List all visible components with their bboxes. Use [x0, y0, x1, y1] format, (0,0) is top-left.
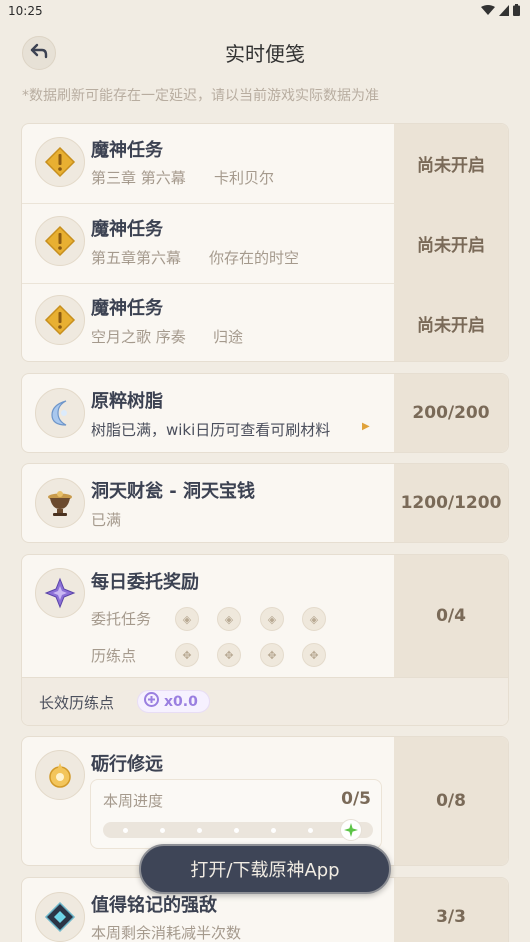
teapot-card: 1200/1200 洞天财瓮 - 洞天宝钱 已满: [21, 463, 509, 543]
resin-title: 原粹树脂: [91, 391, 163, 412]
teapot-title: 洞天财瓮 - 洞天宝钱: [91, 481, 256, 502]
resin-icon: [35, 388, 85, 438]
teapot-desc: 已满: [91, 511, 122, 529]
weekly-progress-box: 本周进度 0/5: [90, 779, 382, 849]
progress-dot: [271, 828, 276, 833]
commission-task-icon: ◈: [217, 607, 241, 631]
resin-value: 200/200: [394, 374, 508, 452]
quest-chapter: 空月之歌 序奏: [91, 328, 186, 346]
progress-dot: [123, 828, 128, 833]
wifi-icon: [481, 4, 495, 19]
boss-value: 3/3: [394, 878, 508, 942]
quest-row[interactable]: 魔神任务 第三章 第六幕 卡利贝尔: [22, 124, 396, 203]
page-title: 实时便笺: [225, 42, 305, 66]
commission-card: 0/4 每日委托奖励 委托任务 ◈ ◈ ◈ ◈ 历练点 ✥ ✥ ✥ ✥ 长效历练…: [21, 554, 509, 726]
boss-title: 值得铭记的强敌: [91, 895, 217, 916]
quest-chapter: 第五章第六幕: [91, 249, 182, 267]
progress-dot: [308, 828, 313, 833]
quest-title: 魔神任务: [91, 219, 163, 240]
quest-row[interactable]: 魔神任务 空月之歌 序奏 归途: [22, 284, 396, 361]
commission-title: 每日委托奖励: [91, 572, 199, 593]
training-point-icon: ✥: [175, 643, 199, 667]
weekly-progress-value: 0/5: [341, 789, 371, 809]
stride-title: 砺行修远: [91, 754, 163, 775]
quest-title: 魔神任务: [91, 298, 163, 319]
weekly-progress-label: 本周进度: [103, 792, 164, 810]
training-point-icon: ✥: [302, 643, 326, 667]
quest-name: 卡利贝尔: [214, 169, 275, 187]
archon-quest-icon: [35, 295, 85, 345]
quest-title: 魔神任务: [91, 140, 163, 161]
battery-icon: [513, 4, 520, 19]
signal-icon: [499, 4, 509, 19]
commission-task-icon: ◈: [260, 607, 284, 631]
quest-chapter: 第三章 第六幕: [91, 169, 186, 187]
archon-quest-icon: [35, 137, 85, 187]
long-term-points-panel: 长效历练点 x0.0: [22, 677, 508, 725]
status-icons: [481, 4, 520, 19]
stride-icon: [35, 750, 85, 800]
long-term-points-value: x0.0: [164, 693, 198, 710]
resin-desc: 树脂已满，wiki日历可查看可刷材料: [91, 421, 331, 439]
stride-value: 0/8: [394, 737, 508, 865]
commission-task-label: 委托任务: [91, 610, 152, 628]
resin-card[interactable]: 200/200 原粹树脂 树脂已满，wiki日历可查看可刷材料 ▶: [21, 373, 509, 453]
commission-task-icon: ◈: [302, 607, 326, 631]
weekly-progress-track: [103, 819, 373, 841]
long-term-points-label: 长效历练点: [39, 694, 115, 712]
open-app-button[interactable]: 打开/下载原神App: [139, 844, 391, 894]
quest-row[interactable]: 魔神任务 第五章第六幕 你存在的时空: [22, 204, 396, 283]
commission-points-label: 历练点: [91, 647, 137, 665]
commission-task-icon: ◈: [175, 607, 199, 631]
archon-quest-icon: [35, 216, 85, 266]
treasure-pot-icon: [35, 478, 85, 528]
status-bar: 10:25: [0, 0, 530, 24]
training-point-icon: ✥: [260, 643, 284, 667]
delay-note: *数据刷新可能存在一定延迟，请以当前游戏实际数据为准: [22, 88, 379, 104]
progress-dot: [197, 828, 202, 833]
training-point-icon: ✥: [217, 643, 241, 667]
star-reward-icon: [340, 819, 362, 841]
quest-card: 尚未开启 尚未开启 尚未开启 魔神任务 第三章 第六幕 卡利贝尔 魔神任务 第五…: [21, 123, 509, 362]
boss-desc: 本周剩余消耗减半次数: [91, 924, 242, 942]
progress-dot: [234, 828, 239, 833]
quest-status: 尚未开启: [417, 316, 485, 336]
progress-dot: [160, 828, 165, 833]
status-time: 10:25: [8, 4, 43, 18]
long-term-points-badge: x0.0: [137, 690, 210, 713]
quest-status: 尚未开启: [417, 156, 485, 176]
quest-name: 你存在的时空: [209, 249, 300, 267]
boss-icon: [35, 892, 85, 942]
commission-value: 0/4: [394, 555, 508, 677]
teapot-value: 1200/1200: [394, 464, 508, 542]
quest-name: 归途: [213, 328, 244, 346]
commission-icon: [35, 568, 85, 618]
arrow-right-icon: ▶: [362, 421, 370, 432]
quest-status: 尚未开启: [417, 236, 485, 256]
plus-circle-icon: [144, 692, 159, 711]
